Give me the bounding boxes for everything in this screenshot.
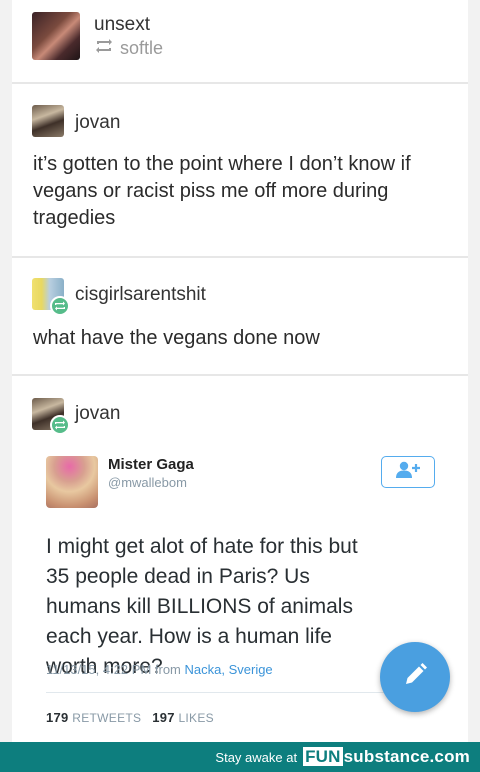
likes-count: 197 (152, 710, 175, 725)
post-text: what have the vegans done now (33, 327, 320, 349)
username-jovan[interactable]: jovan (75, 112, 120, 134)
username-unsext[interactable]: unsext (94, 14, 150, 36)
follow-button[interactable] (381, 456, 435, 488)
reblog-badge-icon (50, 415, 70, 435)
username-jovan[interactable]: jovan (75, 403, 120, 425)
retweets-label: RETWEETS (72, 711, 142, 725)
post-header (12, 0, 468, 82)
compose-button[interactable] (380, 642, 450, 712)
retweets-count: 179 (46, 710, 69, 725)
tweet-stats: 179 RETWEETS 197 LIKES (46, 710, 214, 725)
reblogged-from[interactable]: softle (94, 38, 163, 59)
reblog-icon (94, 38, 114, 59)
brand-rest: substance.com (343, 747, 470, 766)
tweet-date: 11/13/15, 4:22 PM from (46, 662, 181, 677)
post-2 (12, 258, 468, 374)
watermark-footer: Stay awake at FUN substance.com (0, 742, 480, 772)
tweet-text: I might get alot of hate for this but 35… (46, 535, 358, 678)
tweet-avatar[interactable] (46, 456, 98, 508)
tweet-author-name[interactable]: Mister Gaga (108, 456, 194, 473)
tweet-author-handle[interactable]: @mwallebom (108, 475, 187, 490)
pencil-icon (400, 660, 430, 695)
tweet-meta: 11/13/15, 4:22 PM from Nacka, Sverige (46, 662, 273, 677)
likes-label: LIKES (178, 711, 214, 725)
avatar-unsext[interactable] (32, 12, 80, 60)
reblog-badge-icon (50, 296, 70, 316)
add-user-icon (395, 461, 421, 484)
post-text: it’s gotten to the point where I don’t k… (33, 153, 411, 229)
footer-prefix: Stay awake at (215, 749, 298, 765)
tweet-location[interactable]: Nacka, Sverige (185, 662, 273, 677)
reblogged-from-username: softle (120, 38, 164, 58)
brand-fun: FUN (303, 747, 343, 766)
username-cisgirlsarentshit[interactable]: cisgirlsarentshit (75, 284, 206, 306)
footer-brand: FUN substance.com (303, 747, 470, 767)
avatar-jovan[interactable] (32, 105, 64, 137)
